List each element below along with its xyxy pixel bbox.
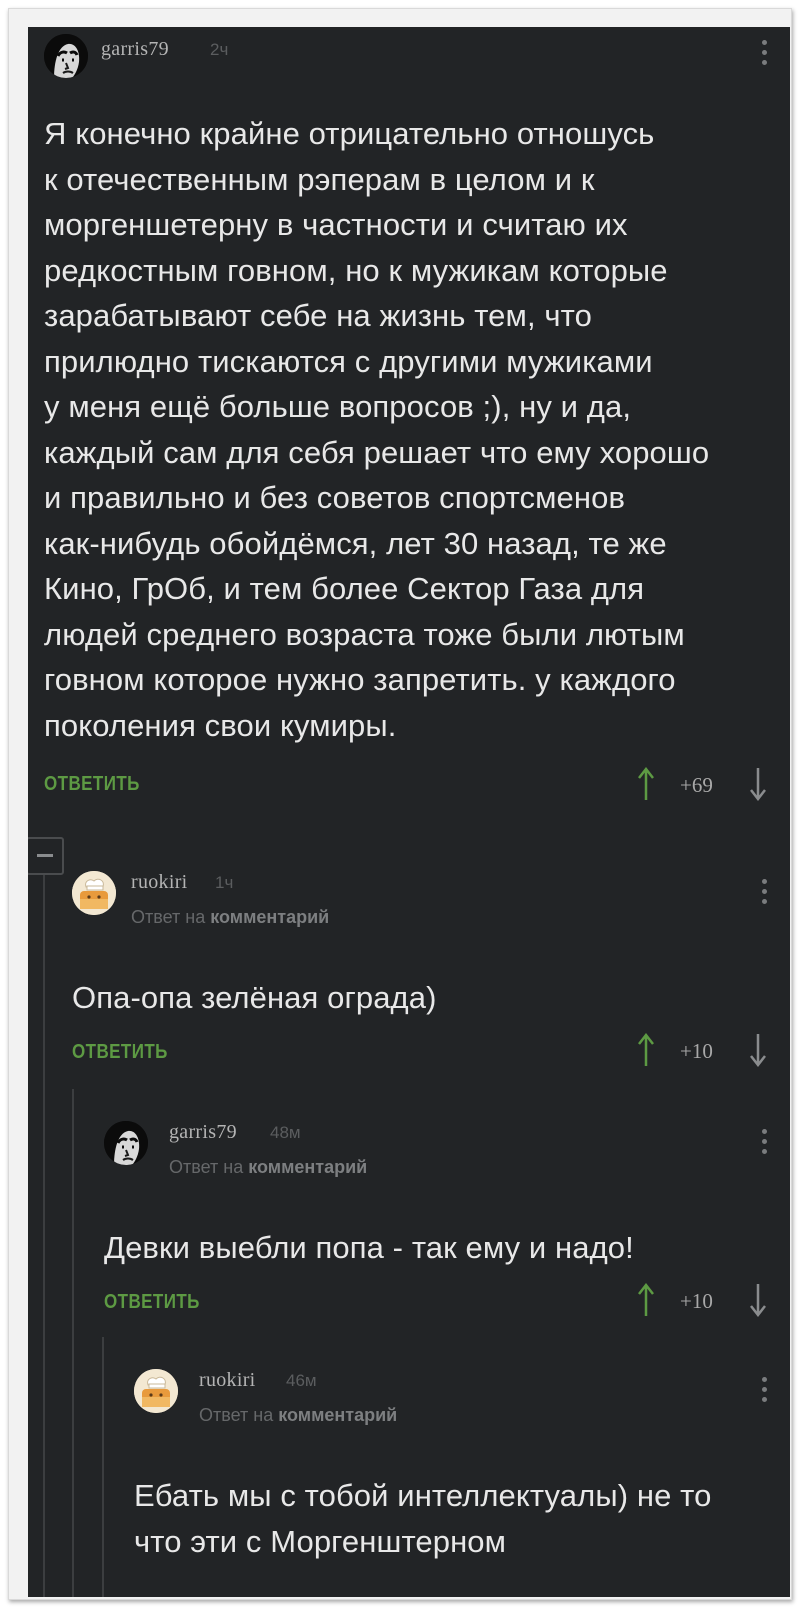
comment-reply-level-2: garris79 48м Ответ на комментарий Девки … [104,1115,774,1325]
username[interactable]: garris79 [101,38,169,61]
reply-button[interactable]: ОТВЕТИТЬ [104,1291,200,1314]
username[interactable]: ruokiri [131,871,188,894]
more-dots-icon[interactable] [760,1129,768,1159]
comment-text: Девки выебли попа - так ему и надо! [104,1230,634,1265]
thread-line-level-2 [72,1089,74,1597]
reply-to-line: Ответ на комментарий [169,1157,367,1178]
avatar-cook-hat-icon [134,1369,178,1413]
reply-to-comment-link[interactable]: комментарий [278,1405,397,1425]
comment-reply-level-3: ruokiri 46м Ответ на комментарий Ебать м… [134,1363,774,1597]
screenshot-frame: garris79 2ч Я конечно крайне отрицательн… [8,8,792,1600]
username[interactable]: ruokiri [199,1369,256,1392]
more-dots-icon[interactable] [760,40,768,70]
vote-score: +10 [680,1039,713,1063]
reply-to-prefix: Ответ на [131,907,206,927]
downvote-arrow-icon[interactable] [750,767,766,801]
comment-text: Я конечно крайне отрицательно отношусь к… [44,116,710,743]
reply-to-prefix: Ответ на [169,1157,244,1177]
vote-score: +69 [680,773,713,797]
username[interactable]: garris79 [169,1121,237,1144]
reply-to-line: Ответ на комментарий [199,1405,397,1426]
user-avatar[interactable] [44,34,88,78]
thread-line-level-1 [43,859,45,1597]
comment-time: 46м [286,1371,317,1390]
vote-controls: +10 [638,1283,768,1317]
upvote-arrow-icon[interactable] [638,767,654,801]
comment-header: ruokiri 46м Ответ на комментарий [134,1363,774,1425]
comment-time: 48м [270,1123,301,1142]
thread-line-level-3 [102,1337,104,1597]
more-dots-icon[interactable] [760,879,768,909]
user-avatar[interactable] [104,1121,148,1165]
downvote-arrow-icon[interactable] [750,1283,766,1317]
comment-time: 1ч [215,873,234,892]
reply-to-prefix: Ответ на [199,1405,274,1425]
reply-button[interactable]: ОТВЕТИТЬ [72,1041,168,1064]
more-dots-icon[interactable] [760,1377,768,1407]
avatar-dark-face-icon [44,34,88,78]
comment-top-level: garris79 2ч Я конечно крайне отрицательн… [44,27,774,827]
comment-text: Опа-опа зелёная ограда) [72,980,437,1015]
user-avatar[interactable] [72,871,116,915]
reply-to-comment-link[interactable]: комментарий [210,907,329,927]
vote-score: +10 [680,1289,713,1313]
comment-reply-level-1: ruokiri 1ч Ответ на комментарий Опа-опа … [72,865,774,1075]
vote-controls: +10 [638,1033,768,1067]
collapse-thread-icon[interactable] [28,837,64,875]
comment-text: Ебать мы с тобой интеллектуалы) не то чт… [134,1478,712,1559]
downvote-arrow-icon[interactable] [750,1033,766,1067]
reply-button[interactable]: ОТВЕТИТЬ [44,773,140,796]
upvote-arrow-icon[interactable] [638,1033,654,1067]
vote-controls: +69 [638,767,768,801]
comment-header: garris79 48м Ответ на комментарий [104,1115,774,1177]
avatar-dark-face-icon [104,1121,148,1165]
comments-screen: garris79 2ч Я конечно крайне отрицательн… [28,27,790,1597]
reply-to-comment-link[interactable]: комментарий [248,1157,367,1177]
comment-header: ruokiri 1ч Ответ на комментарий [72,865,774,927]
reply-to-line: Ответ на комментарий [131,907,329,928]
upvote-arrow-icon[interactable] [638,1283,654,1317]
avatar-cook-hat-icon [72,871,116,915]
comment-time: 2ч [210,40,229,59]
comment-header: garris79 2ч [44,34,774,84]
user-avatar[interactable] [134,1369,178,1413]
